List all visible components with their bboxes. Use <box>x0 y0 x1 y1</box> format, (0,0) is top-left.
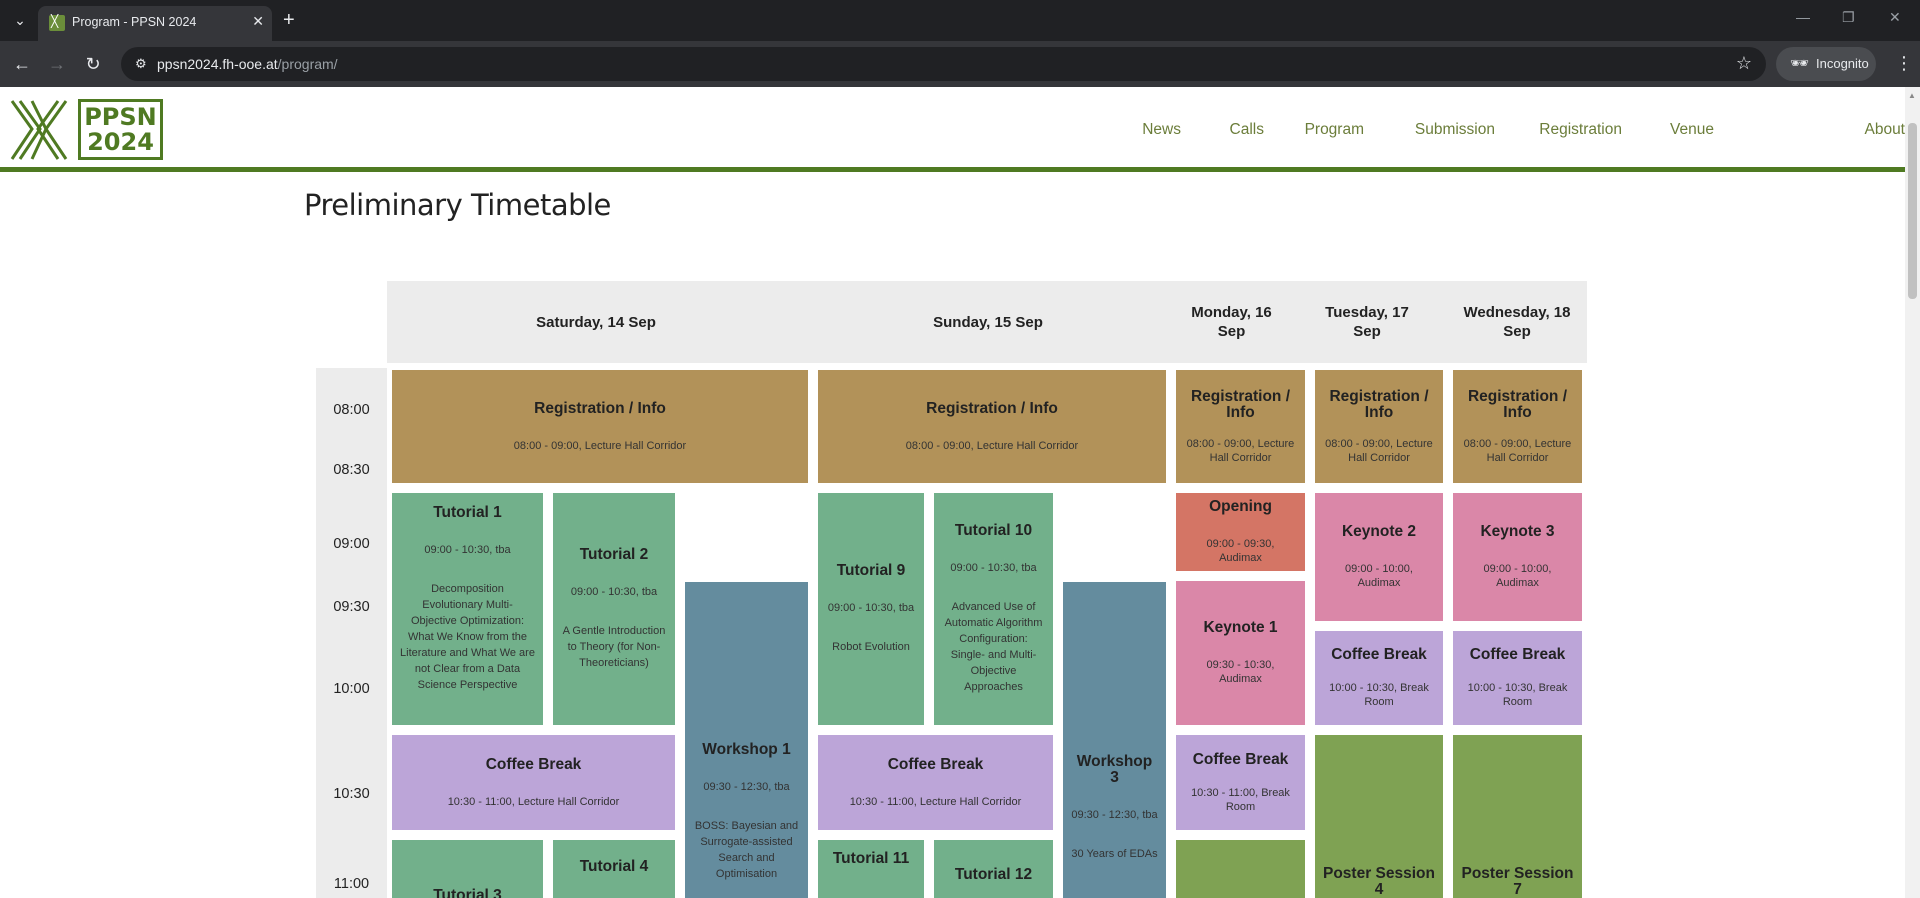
nav-submission[interactable]: Submission <box>1415 121 1495 139</box>
time-column: 08:00 08:30 09:00 09:30 10:00 10:30 11:0… <box>316 368 387 898</box>
event-keynote[interactable]: Keynote 3 09:00 - 10:00, Audimax <box>1453 493 1582 621</box>
event-tutorial[interactable]: Tutorial 12 <box>934 840 1053 898</box>
event-coffee-break[interactable]: Coffee Break 10:30 - 11:00, Lecture Hall… <box>392 735 675 830</box>
time-label: 10:30 <box>333 786 370 802</box>
nav-venue[interactable]: Venue <box>1670 121 1714 139</box>
event-workshop[interactable]: Workshop 1 09:30 - 12:30, tba BOSS: Baye… <box>685 582 808 898</box>
favicon-icon <box>49 14 65 31</box>
page-viewport: PPSN 2024 News Calls Program Submission … <box>0 87 1905 898</box>
logo-mark-icon <box>10 100 68 160</box>
back-icon[interactable]: ← <box>9 51 35 77</box>
event-coffee-break[interactable]: Coffee Break 10:30 - 11:00, Lecture Hall… <box>818 735 1053 830</box>
event-tutorial[interactable]: Tutorial 1 09:00 - 10:30, tba Decomposit… <box>392 493 543 725</box>
time-label: 11:00 <box>333 876 370 892</box>
tab-title: Program - PPSN 2024 <box>72 15 197 29</box>
event-tutorial[interactable]: Tutorial 4 <box>553 840 675 898</box>
new-tab-icon[interactable]: + <box>283 8 295 32</box>
close-tab-icon[interactable]: ✕ <box>252 13 264 30</box>
event-workshop[interactable]: Workshop 3 09:30 - 12:30, tba 30 Years o… <box>1063 582 1166 898</box>
bookmark-star-icon[interactable]: ☆ <box>1736 53 1752 74</box>
url-text: ppsn2024.fh-ooe.at/program/ <box>157 56 338 72</box>
site-header: PPSN 2024 News Calls Program Submission … <box>0 87 1905 172</box>
nav-program[interactable]: Program <box>1305 121 1364 139</box>
event-registration[interactable]: Registration / Info 08:00 - 09:00, Lectu… <box>1315 370 1443 483</box>
page-title: Preliminary Timetable <box>304 188 611 222</box>
event-tutorial[interactable]: Tutorial 10 09:00 - 10:30, tba Advanced … <box>934 493 1053 725</box>
minimize-icon[interactable]: — <box>1796 9 1810 25</box>
event-poster-session[interactable]: Poster Session 7 <box>1453 735 1582 898</box>
time-label: 09:00 <box>333 536 370 552</box>
event-registration[interactable]: Registration / Info 08:00 - 09:00, Lectu… <box>818 370 1166 483</box>
incognito-label: Incognito <box>1816 56 1869 71</box>
nav-registration[interactable]: Registration <box>1539 121 1622 139</box>
site-logo[interactable]: PPSN 2024 <box>10 99 165 161</box>
event-coffee-break[interactable]: Coffee Break 10:00 - 10:30, Break Room <box>1315 631 1443 725</box>
address-bar[interactable]: ⚙ ppsn2024.fh-ooe.at/program/ ☆ <box>121 47 1766 81</box>
event-tutorial[interactable]: Tutorial 2 09:00 - 10:30, tba A Gentle I… <box>553 493 675 725</box>
event-opening[interactable]: Opening 09:00 - 09:30, Audimax <box>1176 493 1305 571</box>
event-coffee-break[interactable]: Coffee Break 10:00 - 10:30, Break Room <box>1453 631 1582 725</box>
event-registration[interactable]: Registration / Info 08:00 - 09:00, Lectu… <box>392 370 808 483</box>
event-keynote[interactable]: Keynote 2 09:00 - 10:00, Audimax <box>1315 493 1443 621</box>
time-label: 09:30 <box>333 599 370 615</box>
window-close-icon[interactable]: ✕ <box>1889 9 1901 26</box>
timetable-header: Saturday, 14 Sep Sunday, 15 Sep Monday, … <box>387 281 1587 363</box>
incognito-icon: 🕶 <box>1790 55 1810 72</box>
event-tutorial[interactable]: Tutorial 9 09:00 - 10:30, tba Robot Evol… <box>818 493 924 725</box>
day-header: Sunday, 15 Sep <box>933 313 1043 331</box>
day-header: Saturday, 14 Sep <box>536 313 656 331</box>
browser-tab[interactable]: Program - PPSN 2024 ✕ <box>38 6 272 41</box>
event-registration[interactable]: Registration / Info 08:00 - 09:00, Lectu… <box>1176 370 1305 483</box>
tab-search-icon[interactable]: ⌄ <box>8 8 32 32</box>
nav-calls[interactable]: Calls <box>1230 121 1264 139</box>
reload-icon[interactable]: ↻ <box>80 51 106 77</box>
scrollbar-thumb[interactable] <box>1908 123 1917 299</box>
time-label: 08:30 <box>333 462 370 478</box>
day-header: Tuesday, 17 Sep <box>1325 304 1409 340</box>
site-info-icon[interactable]: ⚙ <box>135 56 147 72</box>
day-header: Wednesday, 18 Sep <box>1463 304 1571 340</box>
browser-tab-bar: ⌄ Program - PPSN 2024 ✕ + — ❐ ✕ <box>0 0 1920 41</box>
time-label: 10:00 <box>333 681 370 697</box>
scroll-up-icon[interactable]: ▲ <box>1908 91 1916 100</box>
forward-icon[interactable]: → <box>44 51 70 77</box>
event-registration[interactable]: Registration / Info 08:00 - 09:00, Lectu… <box>1453 370 1582 483</box>
event-coffee-break[interactable]: Coffee Break 10:30 - 11:00, Break Room <box>1176 735 1305 830</box>
browser-menu-icon[interactable]: ⋮ <box>1895 53 1913 74</box>
event-tutorial[interactable]: Tutorial 3 <box>392 840 543 898</box>
browser-toolbar: ← → ↻ ⚙ ppsn2024.fh-ooe.at/program/ ☆ 🕶 … <box>0 41 1920 87</box>
event-poster-session[interactable]: Poster Session 4 <box>1315 735 1443 898</box>
restore-icon[interactable]: ❐ <box>1842 9 1855 26</box>
time-label: 08:00 <box>333 402 370 418</box>
nav-news[interactable]: News <box>1142 121 1181 139</box>
logo-text: PPSN 2024 <box>78 99 163 160</box>
event-keynote[interactable]: Keynote 1 09:30 - 10:30, Audimax <box>1176 581 1305 725</box>
event-poster-session[interactable] <box>1176 840 1305 898</box>
page-scrollbar[interactable]: ▲ <box>1905 87 1920 898</box>
incognito-indicator[interactable]: 🕶 Incognito <box>1776 47 1876 81</box>
day-header: Monday, 16 Sep <box>1191 304 1272 340</box>
nav-about[interactable]: About <box>1864 121 1905 139</box>
event-tutorial[interactable]: Tutorial 11 <box>818 840 924 898</box>
